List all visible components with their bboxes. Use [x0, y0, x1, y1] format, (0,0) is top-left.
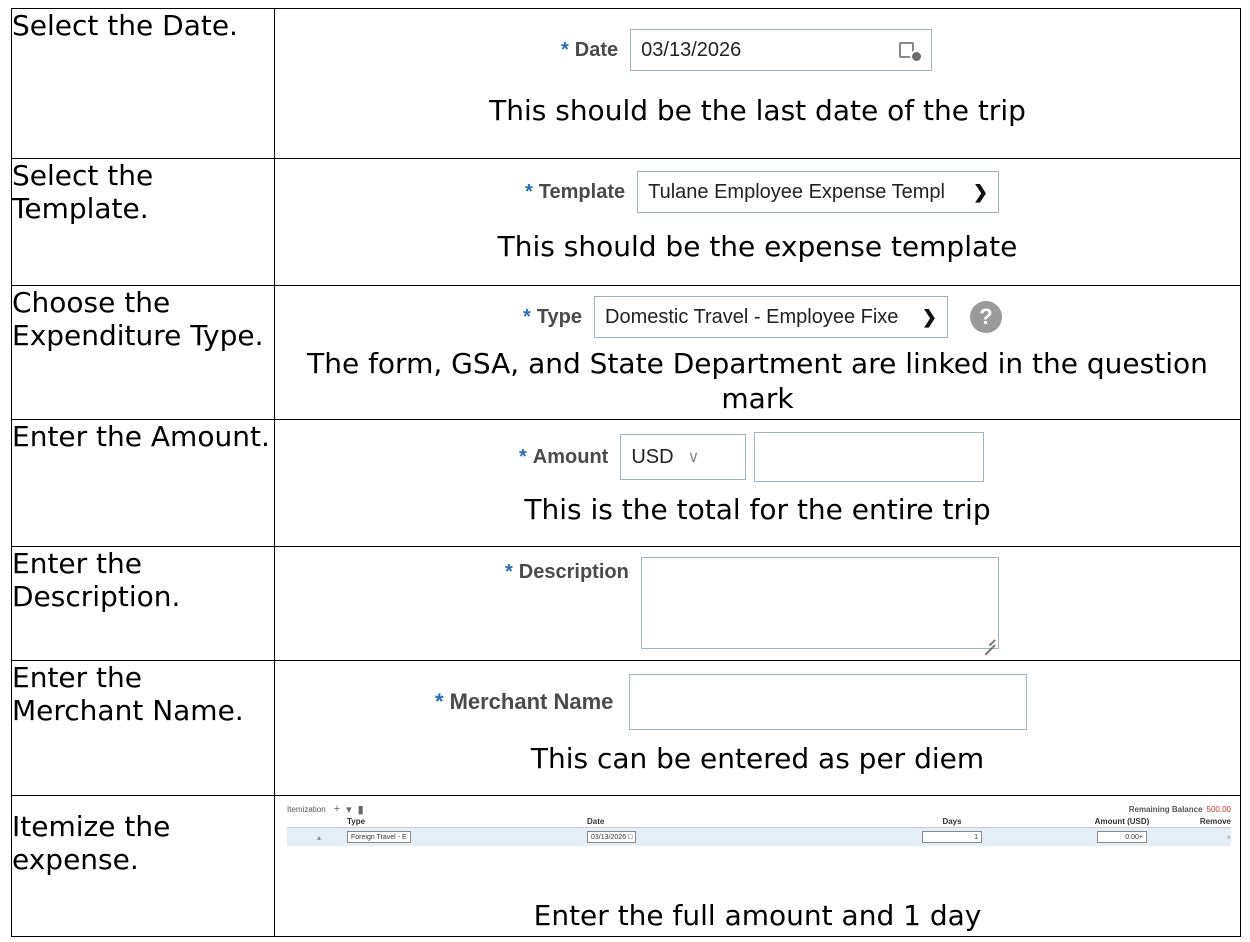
- step-row-template: Select the Template. * Template Tulane Em…: [11, 158, 1241, 286]
- merchant-label: * Merchant Name: [435, 689, 614, 714]
- chevron-down-icon: ❯: [921, 306, 937, 327]
- col-remove: Remove: [1199, 817, 1231, 826]
- step-instruction: Enter the Amount.: [11, 419, 275, 547]
- description-label: * Description: [505, 561, 629, 583]
- delete-icon[interactable]: ▮: [358, 803, 364, 816]
- item-days-input[interactable]: 1: [922, 831, 982, 843]
- step-example: * Merchant Name This can be entered as pe…: [274, 660, 1241, 796]
- item-amount-input[interactable]: 0.00+: [1097, 831, 1147, 843]
- step-row-date: Select the Date. * Date 03/13/2026 This s…: [11, 8, 1241, 159]
- itemization-panel: Itemization + ▾ ▮ Remaining Balance 500.0…: [287, 802, 1231, 846]
- col-type: Type: [347, 817, 366, 826]
- step-instruction: Enter the Merchant Name.: [11, 660, 275, 796]
- col-date: Date: [587, 817, 605, 826]
- type-field-row: * Type Domestic Travel - Employee Fixe ❯ …: [523, 296, 1002, 338]
- remaining-balance: Remaining Balance 500.00: [1128, 804, 1231, 814]
- merchant-field-row: * Merchant Name: [435, 674, 1028, 730]
- help-icon[interactable]: ?: [970, 301, 1002, 333]
- step-note: This is the total for the entire trip: [524, 493, 991, 526]
- step-row-description: Enter the Description. * Description: [11, 546, 1241, 661]
- date-input[interactable]: 03/13/2026: [630, 29, 933, 71]
- step-instruction: Itemize the expense.: [11, 795, 275, 937]
- add-icon[interactable]: +: [334, 803, 340, 815]
- step-example: * Type Domestic Travel - Employee Fixe ❯ …: [274, 285, 1241, 420]
- calendar-icon[interactable]: □: [628, 834, 632, 841]
- step-note: This should be the last date of the trip: [489, 94, 1026, 127]
- chevron-down-icon: ❯: [973, 181, 989, 202]
- step-row-amount: Enter the Amount. * Amount USD ∨ This is …: [11, 419, 1241, 547]
- step-row-type: Choose the Expenditure Type. * Type Domes…: [11, 285, 1241, 420]
- amount-input[interactable]: [754, 432, 985, 482]
- remove-icon[interactable]: ×: [1177, 833, 1231, 842]
- item-date-input[interactable]: 03/13/2026 □: [587, 831, 637, 843]
- type-label: * Type: [523, 305, 582, 328]
- step-example: * Amount USD ∨ This is the total for the …: [274, 419, 1241, 547]
- currency-select[interactable]: USD ∨: [620, 434, 747, 480]
- resize-handle-icon[interactable]: [983, 633, 995, 645]
- step-example: Itemization + ▾ ▮ Remaining Balance 500.0…: [274, 795, 1241, 937]
- description-field-row: * Description: [505, 557, 999, 649]
- itemization-title: Itemization: [287, 804, 326, 814]
- template-select[interactable]: Tulane Employee Expense Templ ❯: [637, 171, 1000, 213]
- chevron-down-icon[interactable]: ▾: [346, 803, 352, 816]
- template-field-row: * Template Tulane Employee Expense Templ …: [525, 171, 1000, 213]
- merchant-input[interactable]: [629, 674, 1028, 730]
- date-label: * Date: [561, 38, 619, 61]
- amount-label: * Amount: [519, 445, 609, 468]
- step-note: This should be the expense template: [497, 230, 1018, 263]
- step-example: * Date 03/13/2026 This should be the last…: [274, 8, 1241, 159]
- step-instruction: Enter the Description.: [11, 546, 275, 661]
- step-example: * Description: [274, 546, 1241, 661]
- step-note: The form, GSA, and State Department are …: [307, 347, 1208, 415]
- instructions-table: Select the Date. * Date 03/13/2026 This s…: [11, 8, 1241, 937]
- amount-field-row: * Amount USD ∨: [519, 432, 985, 482]
- itemization-toolbar: Itemization + ▾ ▮ Remaining Balance 500.0…: [287, 802, 1231, 816]
- step-instruction: Choose the Expenditure Type.: [11, 285, 275, 420]
- col-amount: Amount (USD): [1094, 817, 1150, 826]
- step-note: This can be entered as per diem: [530, 742, 985, 775]
- itemization-row: ▴ Foreign Travel - E 03/13/2026 □ 1 0.00…: [287, 828, 1231, 846]
- step-instruction: Select the Date.: [11, 8, 275, 159]
- step-row-itemize: Itemize the expense. Itemization + ▾ ▮ R…: [11, 795, 1241, 937]
- item-type-select[interactable]: Foreign Travel - E: [347, 831, 411, 843]
- step-example: * Template Tulane Employee Expense Templ …: [274, 158, 1241, 286]
- template-label: * Template: [525, 180, 626, 203]
- type-select[interactable]: Domestic Travel - Employee Fixe ❯: [594, 296, 948, 338]
- step-note: Enter the full amount and 1 day: [533, 899, 982, 932]
- calendar-icon[interactable]: [899, 39, 924, 63]
- col-days: Days: [942, 817, 962, 826]
- step-row-merchant: Enter the Merchant Name. * Merchant Name …: [11, 660, 1241, 796]
- date-field-row: * Date 03/13/2026: [561, 29, 933, 71]
- step-instruction: Select the Template.: [11, 158, 275, 286]
- itemization-header: Type Date Days Amount (USD) Remove: [287, 816, 1231, 828]
- description-textarea[interactable]: [640, 557, 999, 649]
- chevron-down-icon: ∨: [687, 449, 700, 466]
